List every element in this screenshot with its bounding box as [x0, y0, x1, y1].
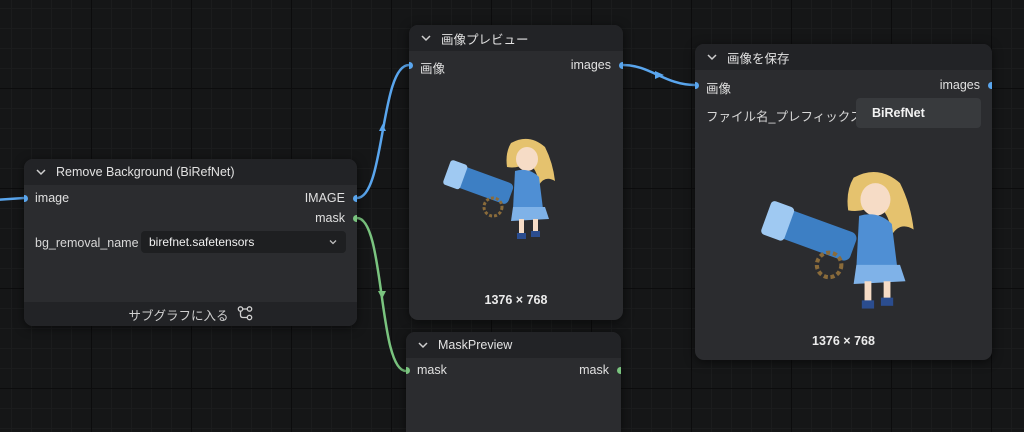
input-slot-image[interactable] [695, 82, 699, 89]
node-title: 画像プレビュー [441, 32, 529, 47]
saved-image-preview[interactable] [745, 164, 935, 314]
node-header[interactable]: MaskPreview [406, 332, 621, 358]
slot-row-image: 画像 images [695, 76, 992, 96]
preview-image[interactable] [441, 133, 561, 243]
output-label-mask: mask [315, 211, 345, 225]
chevron-down-icon[interactable] [705, 50, 719, 64]
wire-mask-to-maskpreview[interactable] [356, 216, 407, 373]
input-label-image: 画像 [420, 62, 446, 76]
filename-prefix-input[interactable]: BiRefNet [856, 98, 981, 128]
output-slot-image[interactable] [353, 195, 357, 202]
image-dimensions: 1376 × 768 [484, 293, 548, 307]
node-header[interactable]: 画像を保存 [695, 44, 992, 70]
wire-image-to-preview[interactable] [356, 63, 410, 200]
node-title: MaskPreview [438, 338, 513, 352]
node-title: Remove Background (BiRefNet) [56, 165, 235, 179]
widget-label-bg-removal-name: bg_removal_name [35, 236, 139, 250]
output-label-images: images [570, 58, 611, 72]
subgraph-icon [237, 305, 253, 324]
output-label-mask: mask [579, 363, 609, 377]
enter-subgraph-button[interactable]: サブグラフに入る [24, 302, 357, 326]
output-slot-images[interactable] [619, 62, 623, 69]
node-remove-background[interactable]: Remove Background (BiRefNet) image IMAGE… [24, 159, 357, 326]
slot-row-mask: mask mask [406, 361, 621, 381]
node-title: 画像を保存 [727, 51, 790, 66]
output-slot-mask[interactable] [617, 367, 621, 374]
input-label-image: 画像 [706, 82, 732, 96]
bg-removal-name-select[interactable]: birefnet.safetensors [141, 231, 346, 253]
node-image-preview[interactable]: 画像プレビュー 画像 images 1376 × 768 [409, 25, 623, 320]
slot-row-image: image IMAGE [24, 189, 357, 209]
input-label-mask: mask [417, 363, 447, 377]
node-header[interactable]: 画像プレビュー [409, 25, 623, 51]
chevron-down-icon[interactable] [419, 31, 433, 45]
node-mask-preview[interactable]: MaskPreview mask mask [406, 332, 621, 432]
input-slot-image[interactable] [409, 62, 413, 69]
input-label-image: image [35, 191, 70, 205]
chevron-down-icon[interactable] [416, 338, 430, 352]
chevron-down-icon[interactable] [34, 165, 48, 179]
output-slot-mask[interactable] [353, 215, 357, 222]
filename-prefix-value: BiRefNet [872, 106, 925, 120]
output-label-images: images [939, 78, 980, 92]
widget-label-filename-prefix: ファイル名_プレフィックス [706, 110, 863, 124]
slot-row-mask: mask [24, 209, 357, 229]
node-header[interactable]: Remove Background (BiRefNet) [24, 159, 357, 185]
output-label-image: IMAGE [304, 191, 345, 205]
image-dimensions: 1376 × 768 [812, 334, 875, 348]
chevron-down-icon [328, 236, 338, 250]
wire-incoming-image[interactable] [0, 196, 25, 201]
wire-preview-to-save[interactable] [622, 63, 696, 87]
input-slot-image[interactable] [24, 195, 28, 202]
slot-row-image: 画像 images [409, 56, 623, 76]
enter-subgraph-label: サブグラフに入る [128, 308, 229, 323]
input-slot-mask[interactable] [406, 367, 410, 374]
node-save-image[interactable]: 画像を保存 画像 images ファイル名_プレフィックス BiRefNet 1… [695, 44, 992, 360]
output-slot-images[interactable] [988, 82, 992, 89]
select-value: birefnet.safetensors [149, 235, 255, 249]
